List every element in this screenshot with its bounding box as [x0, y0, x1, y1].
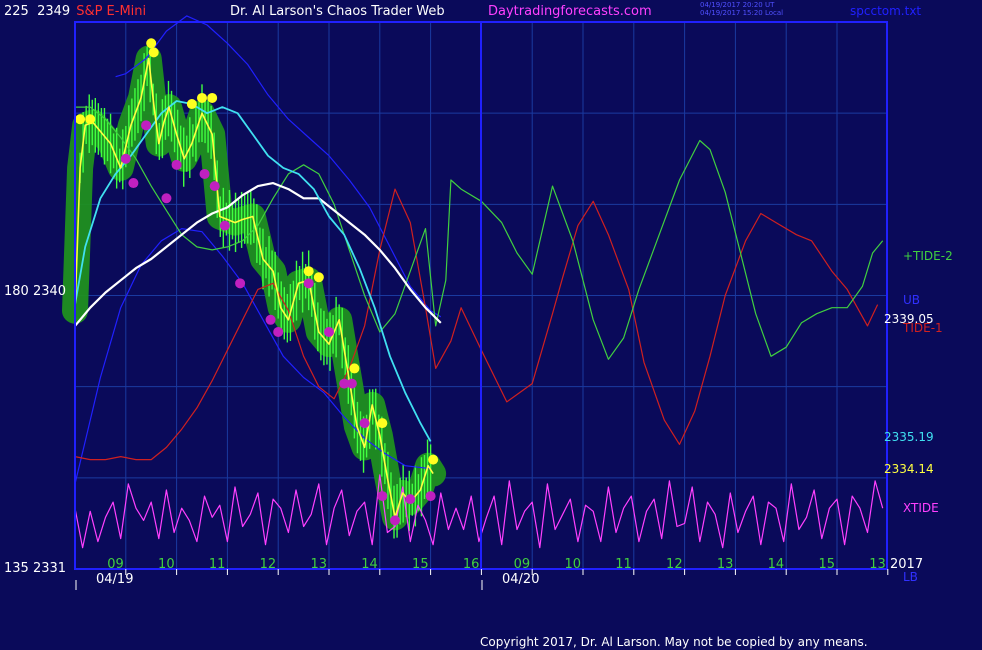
timestamp-local: 04/19/2017 15:20 Local: [700, 9, 784, 17]
magenta-dot: [209, 181, 220, 192]
x-hour-label: 14: [768, 557, 785, 572]
x-hour-label: 11: [615, 557, 632, 572]
x-hour-label: 12: [260, 557, 277, 572]
timestamp: 04/19/2017 20:20 UT 04/19/2017 15:20 Loca…: [700, 1, 783, 17]
y-axis-label-bottom: 135 2331: [4, 561, 66, 576]
x-hour-label: 15: [818, 557, 835, 572]
right-label: +TIDE-2: [903, 249, 953, 263]
x-hour-label: 12: [666, 557, 683, 572]
yellow-dot: [207, 92, 218, 103]
x-hour-label: 13: [717, 557, 734, 572]
x-hour-label: 14: [361, 557, 378, 572]
copyright: Copyright 2017, Dr. Al Larson. May not b…: [480, 635, 868, 649]
yellow-dot: [428, 454, 439, 465]
yellow-dot: [197, 92, 207, 103]
right-label: UB: [903, 293, 920, 307]
chart: 180 2340 135 2331 09 10 11 12 13 14 15 16 09 10 11 12…: [0, 0, 982, 650]
yellow-dot: [85, 114, 96, 125]
x-hour-label: 10: [564, 557, 581, 572]
magenta-dot: [161, 193, 172, 204]
magenta-dot: [273, 326, 284, 337]
yellow-dot: [148, 47, 159, 58]
magenta-dot: [425, 491, 436, 502]
site-link[interactable]: Daytradingforecasts.com: [488, 4, 652, 19]
magenta-dot: [346, 378, 357, 389]
magenta-dot: [303, 278, 314, 289]
x-date-label: 04/20: [502, 572, 539, 587]
right-label: 2334.14: [884, 462, 934, 476]
x-hour-label: 16: [463, 557, 480, 572]
magenta-dot: [324, 326, 334, 337]
yellow-dot: [313, 272, 324, 283]
magenta-dot: [265, 314, 276, 325]
price-top: 2349: [37, 4, 71, 19]
yellow-dot: [349, 363, 360, 374]
yellow-dot: [186, 99, 197, 110]
right-label: XTIDE: [903, 501, 939, 515]
x-hour-label: 15: [412, 557, 429, 572]
magenta-dot: [235, 278, 246, 289]
x-hour-label: 09: [514, 557, 531, 572]
x-hour-label: 11: [209, 557, 226, 572]
yellow-dot: [75, 114, 86, 125]
yellow-dot: [303, 266, 314, 277]
file-name: spcctom.txt: [850, 4, 922, 18]
magenta-dot: [199, 168, 210, 179]
magenta-dot: [405, 494, 416, 505]
magenta-dot: [120, 153, 131, 164]
x-date-label: 04/19: [96, 572, 133, 587]
timestamp-utc: 04/19/2017 20:20 UT: [700, 1, 775, 9]
right-label: 2335.19: [884, 430, 934, 444]
yellow-dot: [377, 418, 388, 429]
y-axis-label-mid: 180 2340: [4, 284, 66, 299]
magenta-dot: [390, 515, 401, 526]
magenta-dot: [171, 159, 182, 170]
right-label: TIDE-1: [902, 321, 943, 335]
x-hour-label: 13: [310, 557, 327, 572]
chart-title: Dr. Al Larson's Chaos Trader Web: [230, 4, 445, 19]
magenta-dot: [141, 120, 152, 131]
magenta-dot: [128, 178, 139, 189]
right-label: LB: [903, 570, 918, 584]
yellow-dot: [146, 38, 157, 49]
x-hour-label: 13: [869, 557, 886, 572]
scale-top: 225: [4, 4, 29, 19]
x-hour-label: 10: [158, 557, 175, 572]
symbol-label: S&P E-Mini: [76, 4, 147, 19]
x-hour-label: 09: [107, 557, 124, 572]
magenta-dot: [377, 491, 388, 502]
magenta-dot: [359, 418, 370, 429]
magenta-dot: [219, 220, 230, 231]
header-scale-price: 225 2349 S&P E-Mini: [4, 4, 146, 19]
